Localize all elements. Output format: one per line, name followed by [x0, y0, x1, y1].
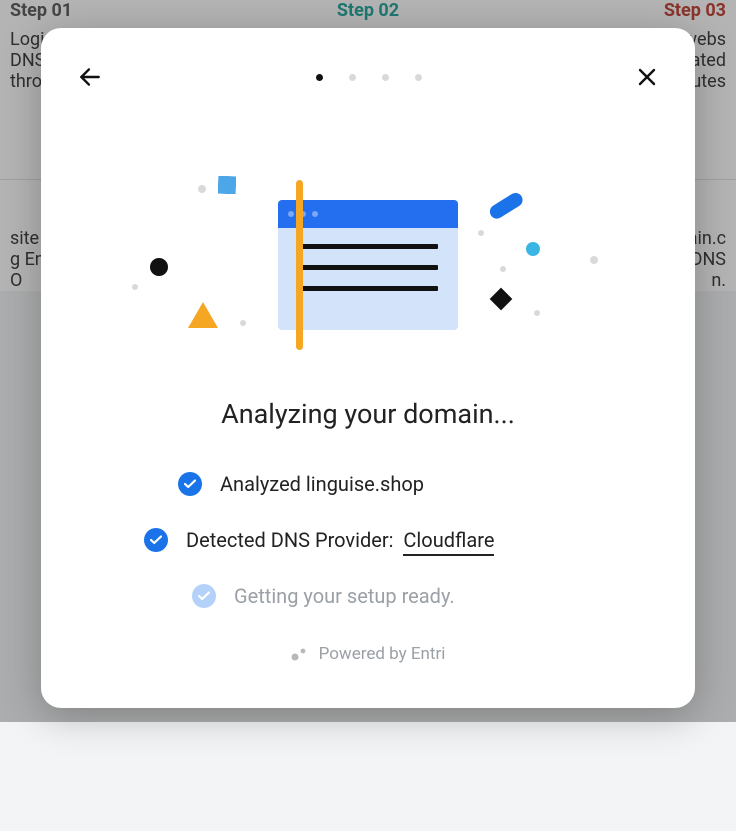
progress-dot [415, 74, 422, 81]
square-blue-icon [218, 176, 236, 194]
close-icon [635, 65, 659, 89]
dot-gray-icon [534, 310, 540, 316]
item-pending: Getting your setup ready. [192, 584, 455, 608]
circle-black-icon [150, 258, 168, 276]
item-detected: Detected DNS Provider: Cloudflare [144, 528, 494, 552]
progress-dot [382, 74, 389, 81]
check-icon [178, 472, 202, 496]
modal-footer: Powered by Entri [291, 644, 446, 664]
modal-header [61, 58, 675, 96]
progress-dot [349, 74, 356, 81]
pill-blue-icon [484, 186, 524, 226]
dns-provider-value: Cloudflare [403, 528, 494, 556]
illustration [128, 180, 608, 370]
browser-line-icon [298, 265, 438, 270]
browser-lines [278, 228, 458, 323]
browser-line-icon [298, 244, 438, 249]
browser-bar-dot-icon [288, 211, 294, 217]
analysis-items: Analyzed linguise.shop Detected DNS Prov… [178, 472, 558, 608]
dot-gray-icon [478, 230, 484, 236]
check-pending-icon [192, 584, 216, 608]
browser-line-icon [298, 286, 438, 291]
close-button[interactable] [629, 59, 665, 95]
modal-overlay: Analyzing your domain... Analyzed lingui… [0, 0, 736, 722]
dot-gray-icon [500, 266, 506, 272]
check-icon [144, 528, 168, 552]
back-button[interactable] [71, 58, 109, 96]
browser-bar [278, 200, 458, 228]
analyze-modal: Analyzing your domain... Analyzed lingui… [41, 28, 695, 708]
footer-text: Powered by Entri [319, 644, 446, 664]
dot-gray-icon [240, 320, 246, 326]
scan-line-icon [296, 180, 303, 350]
triangle-orange-icon [188, 302, 218, 328]
browser-window-icon [278, 200, 458, 330]
item-pending-text: Getting your setup ready. [234, 584, 455, 608]
arrow-left-icon [77, 64, 103, 90]
progress-dots [316, 74, 422, 81]
modal-heading: Analyzing your domain... [221, 398, 515, 430]
browser-bar-dot-icon [312, 211, 318, 217]
progress-dot [316, 74, 323, 81]
item-detected-text: Detected DNS Provider: Cloudflare [186, 528, 494, 552]
dot-gray-icon [132, 284, 138, 290]
item-analyzed-text: Analyzed linguise.shop [220, 472, 424, 496]
entri-logo-icon [291, 647, 309, 661]
dot-gray-icon [590, 256, 598, 264]
circle-cyan-icon [526, 242, 540, 256]
item-analyzed: Analyzed linguise.shop [178, 472, 424, 496]
dot-gray-icon [198, 185, 206, 193]
diamond-black-icon [488, 286, 514, 312]
